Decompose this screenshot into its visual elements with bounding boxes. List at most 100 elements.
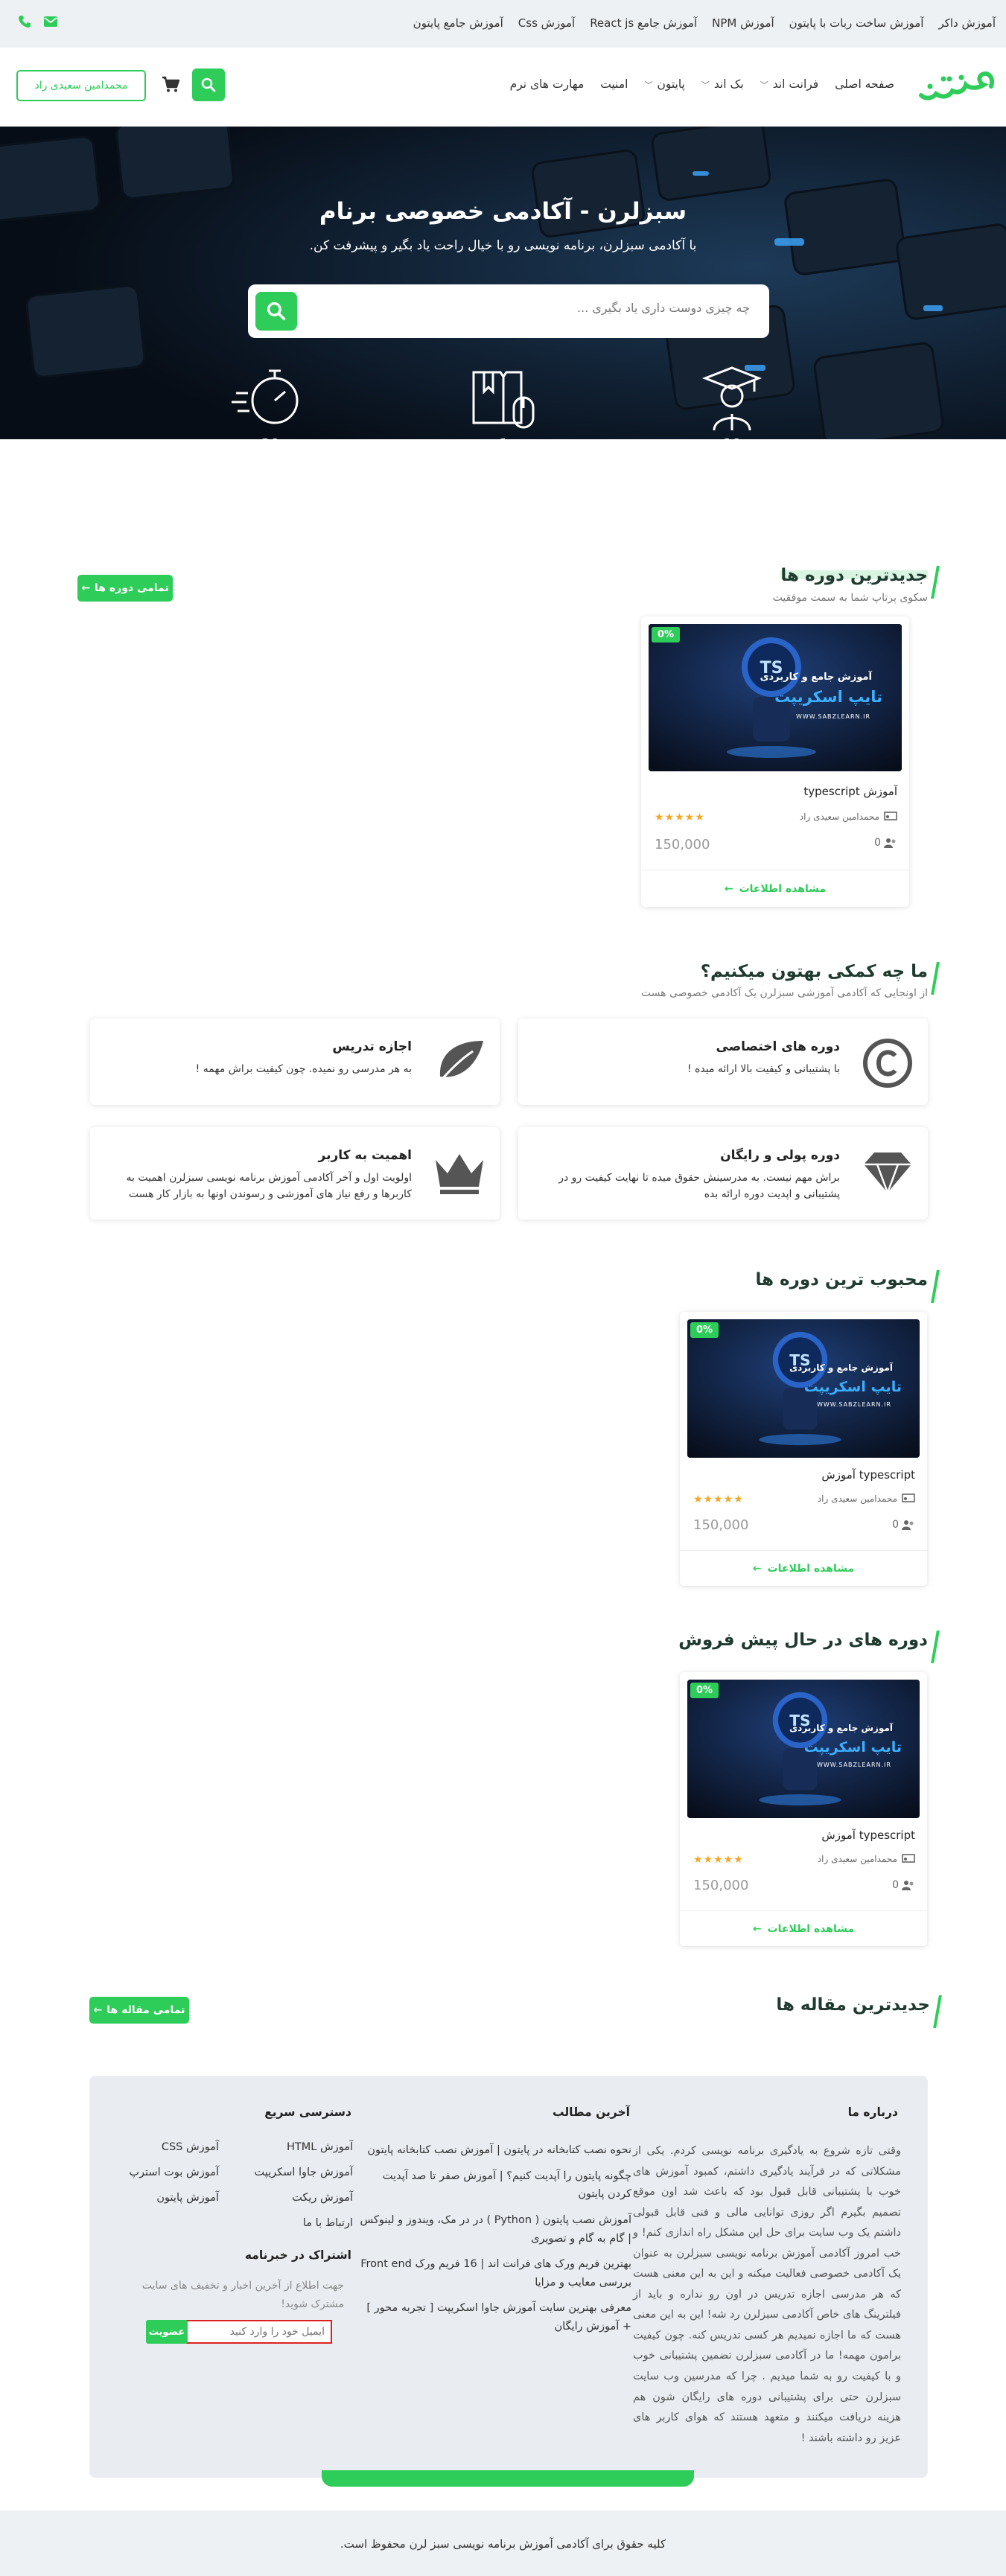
top-link[interactable]: آموزش ساخت ربات با پایتون: [789, 16, 924, 30]
header-search-button[interactable]: [192, 68, 225, 101]
top-link[interactable]: آموزش داکر: [938, 16, 996, 30]
hero-title: سبزلرن - آکادمی خصوصی برنام: [319, 198, 687, 225]
arrow-left-icon: ←: [752, 1562, 762, 1575]
course-title[interactable]: آموزش typescript: [803, 785, 897, 798]
quick-access-title: دسترسی سریع: [264, 2098, 363, 2126]
title-accent-bar: [931, 962, 940, 995]
nav-item[interactable]: فرانت اند ﹀: [760, 77, 819, 91]
section-title-text: جدیدترین دوره ها: [780, 566, 928, 585]
nav-label: امنیت: [600, 77, 628, 91]
course-title[interactable]: typescript آموزش: [821, 1468, 915, 1482]
users-icon: [902, 1881, 914, 1890]
diamond-icon: [864, 1152, 911, 1196]
top-bar: آموزش داکر آموزش ساخت ربات با پایتون آمو…: [0, 0, 1006, 48]
course-teacher: محمدامین سعیدی راد: [818, 1493, 915, 1504]
top-link[interactable]: آموزش Css: [518, 16, 575, 30]
hero-section: سبزلرن - آکادمی خصوصی برنام با آکادمی سب…: [0, 127, 1006, 439]
copyright-text: کلیه حقوق برای آکادمی آموزش برنامه نویسی…: [340, 2537, 666, 2551]
chevron-down-icon: ﹀: [760, 80, 768, 90]
top-link[interactable]: آموزش جامع پایتون: [413, 16, 503, 30]
button-label: تمامی دوره ها: [95, 582, 169, 594]
mail-icon[interactable]: [43, 15, 58, 28]
section-title-text: دوره های در حال پیش فروش: [678, 1630, 928, 1650]
footer-panel: درباره ما وقتی تازه شروع به یادگیری برنا…: [89, 2076, 928, 2478]
crown-icon: [436, 1154, 483, 1194]
link-label: مشاهده اطلاعات: [739, 882, 827, 895]
search-icon: [201, 77, 216, 92]
course-teacher: محمدامین سعیدی راد: [818, 1854, 915, 1864]
teacher-name: محمدامین سعیدی راد: [817, 1493, 897, 1504]
course-details-link[interactable]: مشاهده اطلاعات ←: [641, 870, 909, 907]
discount-badge: 0%: [690, 1322, 719, 1338]
post-link[interactable]: چگونه پایتون را آپدیت کنیم؟ | آموزش صفر …: [356, 2167, 631, 2204]
top-links: آموزش داکر آموزش ساخت ربات با پایتون آمو…: [413, 16, 996, 30]
post-link[interactable]: معرفی بهترین سایت آموزش جاوا اسکریپت [ ت…: [356, 2299, 631, 2336]
course-card[interactable]: TS 0% آموزش جامع و کاربردی تایپ اسکریپت …: [680, 1312, 927, 1586]
copyright-icon: [863, 1039, 912, 1088]
banner-site: WWW.SABZLEARN.IR: [816, 1762, 891, 1768]
post-link[interactable]: آموزش نصب پایتون ( Python ) در در مک، وی…: [356, 2211, 631, 2248]
phone-icon[interactable]: [18, 15, 31, 28]
newsletter-text: جهت اطلاع از آخرین اخبار و تخفیف های سای…: [141, 2280, 344, 2311]
course-teacher: محمدامین سعیدی راد: [800, 812, 897, 822]
rating-stars: ★★★★★: [655, 812, 705, 823]
nav-item[interactable]: پایتون ﹀: [644, 77, 684, 91]
link-label: مشاهده اطلاعات: [767, 1922, 855, 1935]
nav-item[interactable]: مهارت های نرم: [510, 77, 585, 91]
user-account-button[interactable]: محمدامین سعیدی راد: [16, 70, 146, 101]
section-title-text: محبوب ترین دوره ها: [755, 1270, 928, 1289]
about-text: وقتی تازه شروع به یادگیری برنامه نویسی ک…: [633, 2145, 901, 2444]
post-link[interactable]: نحوه نصب کتابخانه در پایتون | آموزش نصب …: [356, 2141, 631, 2160]
course-title[interactable]: typescript آموزش: [821, 1829, 915, 1842]
leaf-icon: [434, 1041, 483, 1088]
stat-value: 1: [459, 436, 548, 439]
feature-desc: به هر مدرسی رو نمیده. چون کیفیت براش مهم…: [195, 1063, 412, 1075]
newsletter-email-input[interactable]: [186, 2320, 332, 2344]
users-icon: [902, 1520, 914, 1530]
course-card[interactable]: TS 0% آموزش جامع و کاربردی تایپ اسکریپت …: [680, 1672, 927, 1946]
quick-link[interactable]: آموزش ریکت: [292, 2192, 353, 2204]
quick-link[interactable]: آموزش CSS: [162, 2141, 219, 2153]
feature-card: اجازه تدریس به هر مدرسی رو نمیده. چون کی…: [90, 1018, 500, 1105]
quick-link[interactable]: آموزش پایتون: [156, 2192, 219, 2204]
feature-desc: با پشتیبانی و کیفیت بالا ارائه میده !: [687, 1063, 840, 1075]
site-logo[interactable]: [917, 64, 999, 109]
arrow-left-icon: ←: [81, 582, 91, 594]
column-title-text: اشتراک در خبرنامه: [244, 2248, 351, 2262]
nav-item[interactable]: بک اند﹀: [701, 77, 744, 91]
quick-link[interactable]: آموزش جاوا اسکریپت: [255, 2167, 353, 2178]
teacher-icon: [884, 812, 897, 820]
nav-item[interactable]: صفحه اصلی: [835, 77, 894, 91]
quick-link[interactable]: آموزش HTML: [287, 2141, 353, 2153]
stat-value: 20: [226, 436, 315, 439]
quick-link[interactable]: آموزش بوت استرپ: [129, 2167, 219, 2178]
nav-label: پایتون: [657, 77, 685, 91]
all-articles-button[interactable]: تمامی مقاله ها ←: [89, 1997, 189, 2024]
nav-item[interactable]: امنیت: [600, 77, 628, 91]
course-details-link[interactable]: مشاهده اطلاعات ←: [680, 1550, 927, 1586]
course-card[interactable]: TS 0% آموزش جامع و کاربردی تایپ اسکریپت …: [641, 616, 909, 907]
help-title: ما چه کمکی بهتون میکنیم؟: [701, 962, 940, 995]
hero-subtitle: با آکادمی سبزلرن، برنامه نویسی رو با خیا…: [309, 238, 697, 253]
popular-courses-title: محبوب ترین دوره ها: [755, 1270, 940, 1303]
course-price: 150,000: [655, 837, 710, 852]
newsletter-submit-button[interactable]: عضویت: [146, 2320, 188, 2344]
hero-search-input[interactable]: [333, 301, 750, 315]
top-link[interactable]: آموزش جامع React js: [590, 16, 697, 30]
top-link[interactable]: آموزش NPM: [712, 16, 774, 30]
latest-courses-title: جدیدترین دوره ها: [780, 566, 940, 599]
hero-search-button[interactable]: [255, 292, 297, 331]
course-details-link[interactable]: مشاهده اطلاعات ←: [680, 1910, 927, 1946]
banner-line1: آموزش جامع و کاربردی: [789, 1723, 893, 1733]
students-count: 0: [892, 1519, 899, 1531]
post-link[interactable]: بهترین فریم ورک های فرانت اند | 16 فریم …: [356, 2255, 631, 2292]
section-title-text: جدیدترین مقاله ها: [776, 1995, 930, 2015]
banner-line2: تایپ اسکریپت: [774, 688, 882, 706]
social-links: [18, 15, 58, 28]
arrow-left-icon: ←: [93, 2004, 103, 2016]
newsletter-title: اشتراک در خبرنامه: [244, 2241, 363, 2269]
quick-link[interactable]: ارتباط با ما: [303, 2217, 353, 2229]
cart-button[interactable]: [158, 74, 180, 97]
all-courses-button[interactable]: تمامی دوره ها ←: [77, 575, 173, 602]
title-accent-bar: [933, 1995, 942, 2028]
